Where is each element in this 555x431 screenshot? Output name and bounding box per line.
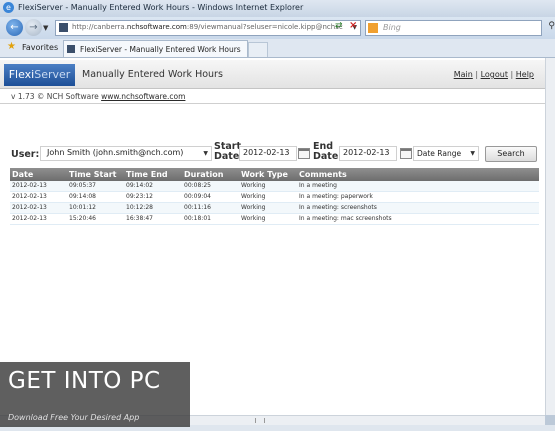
back-arrow-icon[interactable]: ←	[6, 19, 23, 36]
table-cell: In a meeting	[299, 182, 337, 189]
app-header: FlexiServer Manually Entered Work Hours …	[0, 60, 545, 89]
chevron-down-icon: ▼	[203, 150, 208, 157]
range-select[interactable]: Date Range ▼	[413, 146, 479, 161]
search-placeholder: Bing	[383, 23, 401, 32]
table-cell: 2012-02-13	[12, 204, 47, 211]
table-cell: Working	[241, 215, 266, 222]
table-cell: 00:08:25	[184, 182, 211, 189]
history-dropdown-icon[interactable]: ▼	[43, 24, 48, 32]
bing-icon	[368, 23, 378, 33]
table-cell: 09:14:02	[126, 182, 153, 189]
table-row: 2012-02-13 09:05:37 09:14:02 00:08:25 Workin…	[10, 181, 539, 192]
column-header: Time End	[126, 170, 168, 179]
table-cell: 16:38:47	[126, 215, 153, 222]
window-title: FlexiServer - Manually Entered Work Hour…	[18, 3, 304, 12]
table-cell: 10:12:28	[126, 204, 153, 211]
address-bar[interactable]: http://canberra.nchsoftware.com:89/viewm…	[55, 20, 361, 36]
favorites-star-icon[interactable]: ★	[7, 41, 16, 52]
table-cell: In a meeting: mac screenshots	[299, 215, 392, 222]
browser-search-box[interactable]: Bing ⚲	[365, 20, 555, 36]
column-header: Date	[12, 170, 34, 179]
refresh-icon[interactable]: ⇄	[335, 21, 343, 31]
start-calendar-icon[interactable]	[298, 148, 310, 159]
scroll-thumb[interactable]	[255, 418, 265, 423]
user-select[interactable]: John Smith (john.smith@nch.com) ▼	[40, 146, 212, 161]
end-date-input[interactable]: 2012-02-13	[339, 146, 397, 161]
help-link[interactable]: Help	[516, 70, 534, 79]
table-cell: Working	[241, 193, 266, 200]
address-bar-row: ← → ▼ http://canberra.nchsoftware.com:89…	[0, 17, 555, 39]
flexiserver-logo: FlexiServer	[4, 64, 75, 86]
column-header: Time Start	[69, 170, 117, 179]
user-select-value: John Smith (john.smith@nch.com)	[47, 148, 184, 157]
search-button[interactable]: Search	[485, 146, 537, 162]
chevron-down-icon: ▼	[470, 150, 475, 157]
table-cell: 09:05:37	[69, 182, 96, 189]
user-label: User:	[11, 149, 40, 160]
stop-icon[interactable]: ×	[349, 20, 357, 31]
vertical-scrollbar[interactable]	[545, 58, 555, 415]
end-calendar-icon[interactable]	[400, 148, 412, 159]
forward-arrow-icon[interactable]: →	[25, 19, 42, 36]
table-header: Date Time Start Time End Duration Work Type C…	[10, 168, 539, 181]
new-tab-button[interactable]	[248, 42, 268, 57]
table-cell: In a meeting: paperwork	[299, 193, 373, 200]
watermark-tagline: Download Free Your Desired App	[8, 413, 140, 422]
end-date-label: End Date:	[313, 141, 343, 162]
table-cell: 00:09:04	[184, 193, 211, 200]
divider	[0, 103, 545, 104]
table-cell: 2012-02-13	[12, 193, 47, 200]
tab-page-icon	[67, 45, 75, 53]
ie-icon: e	[3, 2, 14, 13]
favorites-bar: ★ Favorites FlexiServer - Manually Enter…	[0, 39, 555, 58]
title-bar: e FlexiServer - Manually Entered Work Ho…	[0, 0, 555, 17]
table-cell: 00:18:01	[184, 215, 211, 222]
range-select-value: Date Range	[417, 149, 462, 158]
table-cell: 09:23:12	[126, 193, 153, 200]
table-cell: 2012-02-13	[12, 182, 47, 189]
main-link[interactable]: Main	[454, 70, 473, 79]
table-cell: Working	[241, 182, 266, 189]
page-title: Manually Entered Work Hours	[82, 69, 223, 80]
table-cell: Working	[241, 204, 266, 211]
watermark: GET INTO PC Download Free Your Desired A…	[0, 362, 190, 427]
address-url[interactable]: http://canberra.nchsoftware.com:89/viewm…	[72, 23, 343, 31]
watermark-title: GET INTO PC	[8, 368, 161, 394]
browser-tab[interactable]: FlexiServer - Manually Entered Work Hour…	[63, 40, 248, 57]
start-date-input[interactable]: 2012-02-13	[239, 146, 297, 161]
column-header: Duration	[184, 170, 224, 179]
table-cell: 09:14:08	[69, 193, 96, 200]
table-cell: 00:11:16	[184, 204, 211, 211]
favorites-button[interactable]: Favorites	[22, 43, 58, 52]
top-links: Main | Logout | Help	[453, 70, 534, 79]
work-hours-table: Date Time Start Time End Duration Work Type C…	[10, 168, 539, 225]
version-info: v 1.73 © NCH Software www.nchsoftware.co…	[11, 92, 186, 101]
tab-title: FlexiServer - Manually Entered Work Hour…	[80, 45, 241, 54]
table-row: 2012-02-13 10:01:12 10:12:28 00:11:16 Workin…	[10, 203, 539, 214]
logout-link[interactable]: Logout	[481, 70, 508, 79]
table-body: 2012-02-13 09:05:37 09:14:02 00:08:25 Workin…	[10, 181, 539, 225]
table-cell: 10:01:12	[69, 204, 96, 211]
search-icon[interactable]: ⚲	[548, 21, 555, 31]
table-cell: In a meeting: screenshots	[299, 204, 377, 211]
table-row: 2012-02-13 09:14:08 09:23:12 00:09:04 Workin…	[10, 192, 539, 203]
table-cell: 2012-02-13	[12, 215, 47, 222]
column-header: Comments	[299, 170, 347, 179]
table-cell: 15:20:46	[69, 215, 96, 222]
table-row: 2012-02-13 15:20:46 16:38:47 00:18:01 Workin…	[10, 214, 539, 225]
nch-website-link[interactable]: www.nchsoftware.com	[101, 92, 185, 101]
column-header: Work Type	[241, 170, 288, 179]
page-icon	[59, 23, 68, 32]
